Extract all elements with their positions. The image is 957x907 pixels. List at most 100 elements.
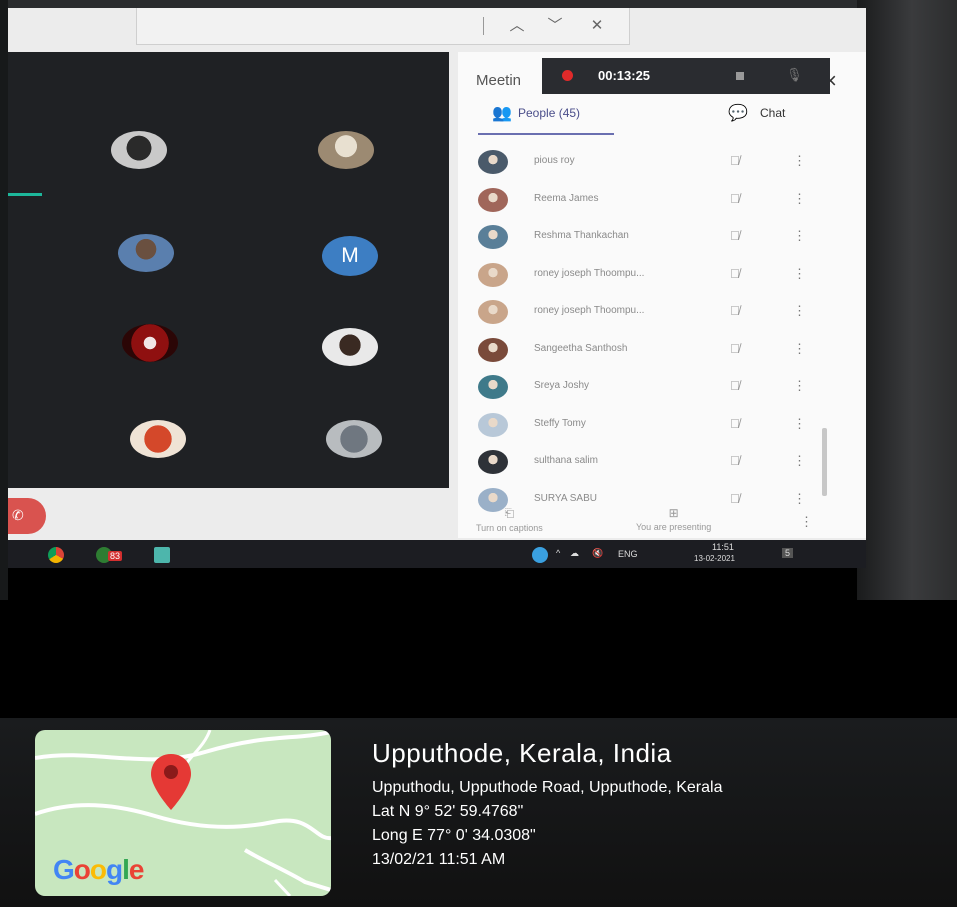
participant-row[interactable]: Reshma Thankachan 🎙̸ ⋮ — [478, 223, 806, 253]
participant-menu-icon[interactable]: ⋮ — [793, 153, 806, 169]
location-address: Upputhodu, Upputhode Road, Upputhode, Ke… — [372, 779, 723, 796]
tray-up-icon[interactable]: ^ — [556, 548, 560, 558]
participant-tile-letter[interactable]: M — [322, 236, 378, 276]
map-pin-icon — [151, 754, 191, 810]
mic-off-icon[interactable]: 🎙̸ — [730, 491, 740, 506]
monitor-bezel-right — [857, 0, 957, 600]
map-thumbnail: Google — [35, 730, 331, 896]
mic-off-icon[interactable]: 🎙̸ — [730, 453, 740, 468]
mic-icon[interactable]: 🎙 — [786, 67, 803, 83]
people-icon: 👥 — [492, 105, 512, 122]
participant-tile-5[interactable] — [122, 324, 178, 362]
participant-name: SURYA SABU — [534, 492, 597, 504]
panel-title: Meetin — [476, 72, 522, 89]
participant-row[interactable]: Sangeetha Santhosh 🎙̸ ⋮ — [478, 336, 806, 366]
tab-chat[interactable]: Chat — [760, 106, 785, 120]
panel-footer: ⎗ Turn on captions ⊞ You are presenting … — [458, 506, 866, 538]
participant-name: Reshma Thankachan — [534, 230, 629, 241]
location-longitude: Long E 77° 0' 34.0308" — [372, 827, 536, 844]
mic-off-icon[interactable]: 🎙̸ — [730, 153, 740, 168]
participant-name: Steffy Tomy — [534, 417, 586, 429]
captions-label: Turn on captions — [476, 523, 543, 533]
recording-timer: 00:13:25 — [598, 68, 651, 83]
participant-menu-icon[interactable]: ⋮ — [793, 228, 806, 244]
mic-off-icon[interactable]: 🎙̸ — [730, 228, 740, 243]
participant-tile-7[interactable] — [130, 420, 186, 458]
participant-avatar — [478, 450, 508, 474]
presenting-button[interactable]: ⊞ You are presenting — [636, 506, 711, 532]
participant-menu-icon[interactable]: ⋮ — [793, 453, 806, 469]
participant-tile-6[interactable] — [322, 328, 378, 366]
notifications-icon[interactable]: 5 — [782, 548, 794, 558]
participant-avatar — [478, 300, 508, 324]
participant-name: Reema James — [534, 192, 599, 204]
hangup-button[interactable]: ✆ — [8, 498, 46, 534]
network-icon[interactable]: ☁ — [570, 548, 579, 559]
find-bar: ︿ ﹀ ✕ — [136, 8, 630, 45]
help-icon[interactable] — [532, 547, 548, 563]
more-options-icon[interactable]: ⋮ — [800, 514, 813, 530]
participant-avatar — [478, 187, 508, 212]
participant-menu-icon[interactable]: ⋮ — [793, 341, 806, 357]
participant-row[interactable]: Reema James 🎙̸ ⋮ — [478, 186, 806, 216]
hangup-icon: ✆ — [12, 507, 24, 523]
participant-avatar — [478, 262, 508, 287]
monitor-screen: ︿ ﹀ ✕ M Meetin × 👥 People (45) 💬 Chat pi… — [8, 8, 866, 568]
participant-row[interactable]: roney joseph Thoompu... 🎙̸ ⋮ — [478, 261, 806, 291]
find-previous-icon[interactable]: ︿ — [507, 16, 527, 36]
presenting-label: You are presenting — [636, 522, 712, 532]
participant-name: Sangeetha Santhosh — [534, 342, 628, 354]
tab-people[interactable]: People (45) — [518, 106, 580, 120]
mic-off-icon[interactable]: 🎙̸ — [730, 191, 740, 206]
mic-off-icon[interactable]: 🎙̸ — [730, 341, 740, 356]
participant-name: pious roy — [534, 155, 575, 166]
mic-off-icon[interactable]: 🎙̸ — [730, 266, 740, 281]
recording-bar: 00:13:25 🎙 — [542, 58, 830, 94]
windows-taskbar: 83 ^ ☁ 🔇 ENG 11:51 13-02-2021 5 — [8, 540, 866, 568]
participant-tile-2[interactable] — [318, 131, 374, 169]
google-logo: Google — [53, 854, 144, 885]
volume-mute-icon[interactable]: 🔇 — [592, 548, 603, 559]
participant-menu-icon[interactable]: ⋮ — [793, 491, 806, 507]
mic-off-icon[interactable]: 🎙̸ — [730, 416, 740, 431]
participant-avatar — [478, 150, 508, 174]
active-speaker-bar — [8, 193, 42, 196]
captions-button[interactable]: ⎗ Turn on captions — [476, 506, 543, 533]
stop-recording-icon[interactable] — [736, 72, 744, 80]
participant-row[interactable]: Sreya Joshy 🎙̸ ⋮ — [478, 373, 806, 403]
participant-menu-icon[interactable]: ⋮ — [793, 266, 806, 282]
mic-off-icon[interactable]: 🎙̸ — [730, 303, 740, 318]
panel-scrollbar[interactable] — [822, 428, 827, 496]
record-dot-icon — [562, 70, 573, 81]
find-divider — [483, 17, 484, 35]
participant-menu-icon[interactable]: ⋮ — [793, 191, 806, 207]
participant-avatar — [478, 412, 508, 437]
participant-tile-8[interactable] — [326, 420, 382, 458]
participant-row[interactable]: Steffy Tomy 🎙̸ ⋮ — [478, 411, 806, 441]
clock-time: 11:51 — [712, 542, 734, 552]
pinned-app-icon[interactable] — [154, 547, 170, 563]
find-close-icon[interactable]: ✕ — [587, 16, 607, 36]
location-timestamp: 13/02/21 11:51 AM — [372, 851, 506, 868]
location-info: Upputhode, Kerala, India Upputhodu, Uppu… — [372, 738, 722, 869]
language-indicator[interactable]: ENG — [618, 549, 638, 559]
participant-row[interactable]: roney joseph Thoompu... 🎙̸ ⋮ — [478, 298, 806, 328]
present-icon: ⊞ — [668, 506, 679, 520]
participant-menu-icon[interactable]: ⋮ — [793, 416, 806, 432]
participant-tile-3[interactable] — [118, 234, 174, 272]
participant-row[interactable]: pious roy 🎙̸ ⋮ — [478, 148, 806, 178]
mic-off-icon[interactable]: 🎙̸ — [730, 378, 740, 393]
participant-menu-icon[interactable]: ⋮ — [793, 303, 806, 319]
participant-tile-1[interactable] — [111, 131, 167, 169]
top-frame — [0, 0, 957, 8]
find-next-icon[interactable]: ﹀ — [545, 16, 565, 36]
chrome-icon[interactable] — [48, 547, 64, 563]
location-latitude: Lat N 9° 52' 59.4768" — [372, 803, 524, 820]
participant-name: sulthana salim — [534, 455, 598, 466]
chat-icon: 💬 — [728, 105, 748, 122]
participant-menu-icon[interactable]: ⋮ — [793, 378, 806, 394]
location-title: Upputhode, Kerala, India — [372, 738, 672, 768]
participant-row[interactable]: sulthana salim 🎙̸ ⋮ — [478, 448, 806, 478]
monitor-bezel-left — [0, 0, 8, 600]
taskbar-badge: 83 — [108, 551, 123, 561]
